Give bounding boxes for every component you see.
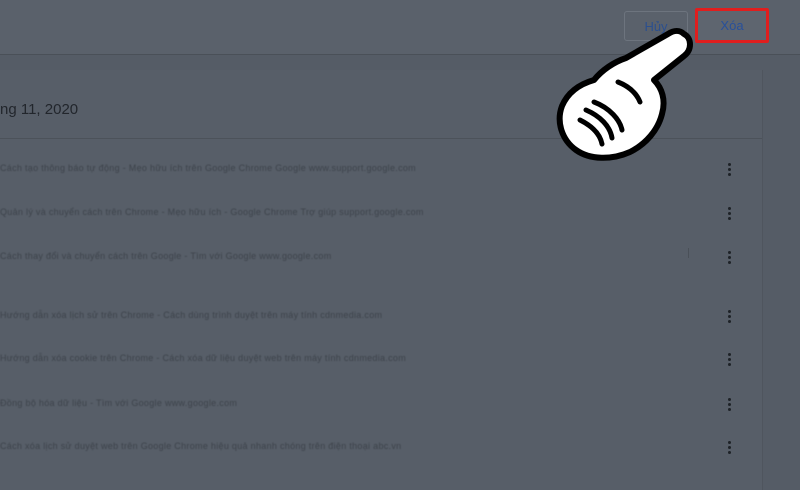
- history-row-text[interactable]: Cách tạo thông báo tự động - Mẹo hữu ích…: [0, 163, 470, 174]
- delete-button[interactable]: Xóa: [695, 8, 769, 43]
- more-vert-icon[interactable]: [719, 245, 739, 269]
- more-vert-icon[interactable]: [719, 201, 739, 225]
- more-vert-icon[interactable]: [719, 435, 739, 459]
- history-row-text[interactable]: Cách thay đổi và chuyển cách trên Google…: [0, 251, 424, 262]
- more-vert-icon[interactable]: [719, 157, 739, 181]
- history-row-text[interactable]: Hướng dẫn xóa lịch sử trên Chrome - Cách…: [0, 310, 508, 321]
- history-row[interactable]: Đồng bộ hóa dữ liệu - Tìm với Google www…: [0, 390, 762, 418]
- more-vert-icon[interactable]: [719, 392, 739, 416]
- history-row-text[interactable]: Cách xóa lịch sử duyệt web trên Google C…: [0, 441, 540, 452]
- more-vert-icon[interactable]: [719, 347, 739, 371]
- row-divider: [688, 248, 689, 258]
- history-row-text[interactable]: Đồng bộ hóa dữ liệu - Tìm với Google www…: [0, 398, 322, 409]
- history-row[interactable]: Cách xóa lịch sử duyệt web trên Google C…: [0, 433, 762, 461]
- history-row[interactable]: Quản lý và chuyển cách trên Chrome - Mẹo…: [0, 199, 762, 227]
- history-date: ng 11, 2020: [0, 101, 79, 118]
- history-row[interactable]: Hướng dẫn xóa lịch sử trên Chrome - Cách…: [0, 302, 762, 330]
- more-vert-icon[interactable]: [719, 304, 739, 328]
- history-row[interactable]: Cách thay đổi và chuyển cách trên Google…: [0, 243, 762, 271]
- history-row[interactable]: Hướng dẫn xóa cookie trên Chrome - Cách …: [0, 345, 762, 373]
- history-row-text[interactable]: Quản lý và chuyển cách trên Chrome - Mẹo…: [0, 207, 530, 218]
- history-row-text[interactable]: Hướng dẫn xóa cookie trên Chrome - Cách …: [0, 353, 508, 364]
- pointing-hand-icon: [556, 28, 693, 161]
